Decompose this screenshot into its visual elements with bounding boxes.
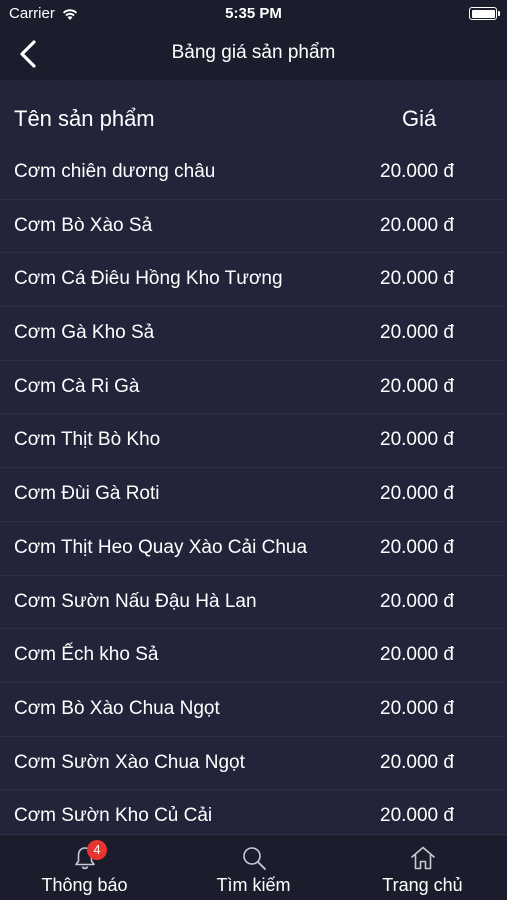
tab-notifications[interactable]: 4 Thông báo: [0, 835, 169, 900]
battery-level: [471, 9, 495, 18]
product-name: Cơm Bò Xào Sả: [14, 214, 153, 236]
table-header: Tên sản phẩm Giá: [0, 92, 507, 146]
product-price: 20.000 đ: [380, 161, 454, 182]
tab-label: Trang chủ: [382, 875, 463, 895]
status-time: 5:35 PM: [225, 5, 282, 22]
tab-label: Tìm kiếm: [216, 875, 291, 895]
table-row[interactable]: Cơm Sườn Xào Chua Ngọt 20.000 đ: [0, 737, 507, 791]
product-name: Cơm Gà Kho Sả: [14, 322, 155, 344]
product-price: 20.000 đ: [380, 214, 454, 236]
tab-label: Thông báo: [41, 875, 128, 895]
product-name: Cơm Cà Ri Gà: [14, 375, 140, 397]
product-name: Cơm Bò Xào Chua Ngọt: [14, 697, 220, 719]
table-row[interactable]: Cơm Gà Kho Sả 20.000 đ: [0, 307, 507, 361]
tab-bar: 4 Thông báo Tìm kiếm Trang chủ: [0, 834, 507, 900]
product-list: Cơm chiên dương châu 20.000 đ Cơm Bò Xào…: [0, 146, 507, 844]
table-row[interactable]: Cơm Thịt Heo Quay Xào Cải Chua 20.000 đ: [0, 522, 507, 576]
search-icon: [240, 844, 268, 872]
tab-home[interactable]: Trang chủ: [338, 835, 507, 900]
table-row[interactable]: Cơm Sườn Nấu Đậu Hà Lan 20.000 đ: [0, 576, 507, 630]
column-header-price: Giá: [402, 106, 437, 131]
product-name: Cơm Sườn Xào Chua Ngọt: [14, 751, 245, 773]
product-price: 20.000 đ: [380, 590, 454, 612]
table-row[interactable]: Cơm Cá Điêu Hồng Kho Tương 20.000 đ: [0, 253, 507, 308]
tab-search[interactable]: Tìm kiếm: [169, 835, 338, 900]
table-row[interactable]: Cơm Đùi Gà Roti 20.000 đ: [0, 468, 507, 522]
home-icon: [409, 844, 437, 872]
table-row[interactable]: Cơm chiên dương châu 20.000 đ: [0, 146, 507, 200]
page-title: Bảng giá sản phẩm: [171, 42, 336, 63]
product-price: 20.000 đ: [380, 375, 454, 397]
product-name: Cơm Sườn Nấu Đậu Hà Lan: [14, 590, 257, 612]
product-name: Cơm Thịt Heo Quay Xào Cải Chua: [14, 536, 308, 558]
product-price: 20.000 đ: [380, 483, 454, 505]
table-row[interactable]: Cơm Bò Xào Sả 20.000 đ: [0, 200, 507, 254]
product-price: 20.000 đ: [380, 536, 454, 558]
product-price: 20.000 đ: [380, 697, 454, 719]
status-bar: Carrier 5:35 PM: [0, 0, 507, 28]
product-price: 20.000 đ: [380, 322, 454, 344]
table-row[interactable]: Cơm Ếch kho Sả 20.000 đ: [0, 629, 507, 683]
product-name: Cơm Thịt Bò Kho: [14, 429, 161, 451]
product-name: Cơm Cá Điêu Hồng Kho Tương: [14, 268, 283, 290]
product-name: Cơm Sườn Kho Củ Cải: [14, 805, 213, 827]
product-price: 20.000 đ: [380, 751, 454, 773]
product-price: 20.000 đ: [380, 429, 454, 451]
price-list-screen: Carrier 5:35 PM Bảng giá sản phẩm Tên sả…: [0, 0, 507, 900]
product-name: Cơm chiên dương châu: [14, 161, 216, 182]
table-row[interactable]: Cơm Cà Ri Gà 20.000 đ: [0, 361, 507, 415]
column-header-name: Tên sản phẩm: [14, 106, 155, 131]
product-price: 20.000 đ: [380, 644, 454, 666]
product-price: 20.000 đ: [380, 805, 454, 827]
product-name: Cơm Đùi Gà Roti: [14, 483, 160, 505]
notification-badge: 4: [87, 840, 107, 860]
table-row[interactable]: Cơm Bò Xào Chua Ngọt 20.000 đ: [0, 683, 507, 737]
product-name: Cơm Ếch kho Sả: [14, 644, 159, 666]
nav-bar: Bảng giá sản phẩm: [0, 28, 507, 80]
product-price: 20.000 đ: [380, 268, 454, 290]
battery-icon: [469, 7, 500, 20]
table-row[interactable]: Cơm Thịt Bò Kho 20.000 đ: [0, 414, 507, 469]
